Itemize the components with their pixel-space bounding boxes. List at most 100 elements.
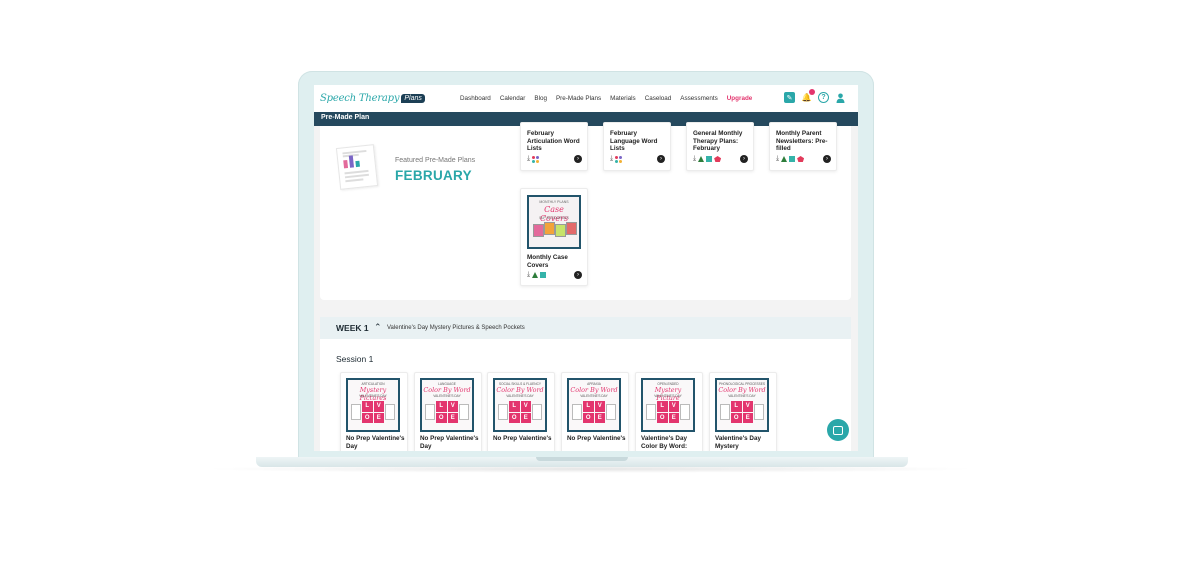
featured-plan-panel: Featured Pre-Made Plans FEBRUARY Februar… — [320, 122, 851, 300]
card-meta: ⤓ — [527, 155, 540, 163]
love-graphic: LVOE — [436, 401, 458, 423]
love-graphic: LVOE — [731, 401, 753, 423]
chat-bubble-icon[interactable] — [827, 419, 849, 441]
session-area: Session 1 ARTICULATION Mystery Pictures … — [320, 339, 851, 451]
square-icon — [540, 272, 547, 278]
love-graphic: LVOE — [657, 401, 679, 423]
download-icon[interactable]: ⤓ — [693, 155, 696, 163]
card-title: Monthly Parent Newsletters: Pre-filled — [776, 130, 828, 152]
triangle-icon — [532, 272, 539, 278]
material-title: Valentine's Day Mystery — [715, 435, 761, 450]
help-icon[interactable]: ? — [818, 92, 829, 103]
laptop-notch — [536, 457, 628, 461]
material-card[interactable]: PHONOLOGICAL PROCESSES Color By Word VAL… — [709, 372, 777, 451]
nav-assessments[interactable]: Assessments — [680, 95, 717, 102]
download-icon[interactable]: ⤓ — [527, 271, 530, 279]
week-label: WEEK 1 — [336, 323, 369, 333]
week-header[interactable]: WEEK 1 ⌃ Valentine's Day Mystery Picture… — [320, 317, 851, 339]
card-title: February Language Word Lists — [610, 130, 658, 152]
download-icon[interactable]: ⤓ — [610, 155, 613, 163]
nav-pre-made-plans[interactable]: Pre-Made Plans — [556, 95, 601, 102]
plan-card-newsletters[interactable]: Monthly Parent Newsletters: Pre-filled ⤓… — [769, 122, 837, 171]
download-icon[interactable]: ⤓ — [776, 155, 779, 163]
nav-materials[interactable]: Materials — [610, 95, 636, 102]
nav-calendar[interactable]: Calendar — [500, 95, 526, 102]
material-title: No Prep Valentine's — [493, 435, 552, 442]
pentagon-icon — [714, 156, 722, 162]
material-title: No Prep Valentine's Day — [420, 435, 479, 450]
card-meta: ⤓ — [527, 271, 547, 279]
cover-sub-text: SLP RESOURCES — [539, 216, 569, 220]
laptop-screen: Speech Therapy Plans Dashboard Calendar … — [314, 85, 858, 451]
cover-main-text: Color By Word — [423, 386, 471, 394]
material-card[interactable]: LANGUAGE Color By Word VALENTINE'S DAY L… — [414, 372, 482, 451]
plan-card-language[interactable]: February Language Word Lists ⤓ › — [603, 122, 671, 171]
cover-main-text: Color By Word — [718, 386, 766, 394]
cover-main-text: Color By Word — [570, 386, 618, 394]
cover-sub-text: VALENTINE'S DAY — [654, 394, 682, 398]
user-icon[interactable] — [835, 92, 846, 103]
love-graphic: LVOE — [583, 401, 605, 423]
material-title: No Prep Valentine's Day — [346, 435, 405, 450]
bell-icon[interactable]: 🔔 — [801, 89, 815, 103]
download-icon[interactable]: ⤓ — [527, 155, 530, 163]
dots-icon — [532, 155, 540, 163]
cover-sub-text: VALENTINE'S DAY — [433, 394, 461, 398]
cover-sub-text: VALENTINE'S DAY — [506, 394, 534, 398]
arrow-right-icon[interactable]: › — [574, 271, 582, 279]
logo-text: Speech Therapy — [320, 92, 400, 104]
cover-top-text: MONTHLY PLANS — [539, 200, 569, 204]
main-nav: Dashboard Calendar Blog Pre-Made Plans M… — [460, 85, 761, 112]
material-title: Valentine's Day Color By Word: — [641, 435, 688, 450]
material-thumbnail: OPEN-ENDED Mystery Picture VALENTINE'S D… — [641, 378, 695, 432]
nav-dashboard[interactable]: Dashboard — [460, 95, 491, 102]
pentagon-icon — [797, 156, 805, 162]
triangle-icon — [781, 156, 788, 162]
love-graphic: LVOE — [362, 401, 384, 423]
card-meta: ⤓ — [693, 155, 722, 163]
notification-dot — [809, 89, 815, 95]
cover-main-text: Case Covers — [539, 205, 569, 223]
featured-title: FEBRUARY — [395, 168, 472, 183]
arrow-right-icon[interactable]: › — [574, 155, 582, 163]
plan-card-articulation[interactable]: February Articulation Word Lists ⤓ › — [520, 122, 588, 171]
material-thumbnail: SOCIAL SKILLS & FLUENCY Color By Word VA… — [493, 378, 547, 432]
material-card[interactable]: SOCIAL SKILLS & FLUENCY Color By Word VA… — [487, 372, 555, 451]
arrow-right-icon[interactable]: › — [657, 155, 665, 163]
arrow-right-icon[interactable]: › — [740, 155, 748, 163]
site-logo[interactable]: Speech Therapy Plans — [320, 90, 425, 106]
cover-sub-text: VALENTINE'S DAY — [580, 394, 608, 398]
cover-sub-text: VALENTINE'S DAY — [359, 394, 387, 398]
material-card[interactable]: ARTICULATION Mystery Pictures VALENTINE'… — [340, 372, 408, 451]
card-meta: ⤓ — [610, 155, 623, 163]
nav-blog[interactable]: Blog — [534, 95, 547, 102]
card-title: Monthly Case Covers — [527, 254, 568, 269]
triangle-icon — [698, 156, 705, 162]
card-meta: ⤓ — [776, 155, 805, 163]
week-description: Valentine's Day Mystery Pictures & Speec… — [387, 325, 525, 331]
material-card[interactable]: APRAXIA Color By Word VALENTINE'S DAY LV… — [561, 372, 629, 451]
logo-badge: Plans — [401, 93, 425, 103]
material-thumbnail: ARTICULATION Mystery Pictures VALENTINE'… — [346, 378, 400, 432]
material-card[interactable]: OPEN-ENDED Mystery Picture VALENTINE'S D… — [635, 372, 703, 451]
nav-upgrade[interactable]: Upgrade — [727, 95, 753, 102]
cover-sub-text: VALENTINE'S DAY — [728, 394, 756, 398]
arrow-right-icon[interactable]: › — [823, 155, 831, 163]
material-title: No Prep Valentine's — [567, 435, 626, 442]
chevron-up-icon[interactable]: ⌃ — [374, 322, 382, 333]
material-thumbnail: APRAXIA Color By Word VALENTINE'S DAY LV… — [567, 378, 621, 432]
card-title: February Articulation Word Lists — [527, 130, 580, 152]
page-title: Pre-Made Plan — [321, 114, 370, 121]
cover-main-text: Color By Word — [496, 386, 544, 394]
material-thumbnail: LANGUAGE Color By Word VALENTINE'S DAY L… — [420, 378, 474, 432]
plan-card-case-covers[interactable]: MONTHLY PLANS Case Covers SLP RESOURCES … — [520, 188, 588, 286]
card-title: General Monthly Therapy Plans: February — [693, 130, 743, 152]
nav-caseload[interactable]: Caseload — [645, 95, 672, 102]
material-thumbnail: PHONOLOGICAL PROCESSES Color By Word VAL… — [715, 378, 769, 432]
case-cover-thumbnail: MONTHLY PLANS Case Covers SLP RESOURCES — [527, 195, 581, 249]
edit-icon[interactable]: ✎ — [784, 92, 795, 103]
plan-card-monthly-therapy[interactable]: General Monthly Therapy Plans: February … — [686, 122, 754, 171]
session-label: Session 1 — [336, 354, 374, 364]
dots-icon — [615, 155, 623, 163]
love-graphic: LVOE — [509, 401, 531, 423]
